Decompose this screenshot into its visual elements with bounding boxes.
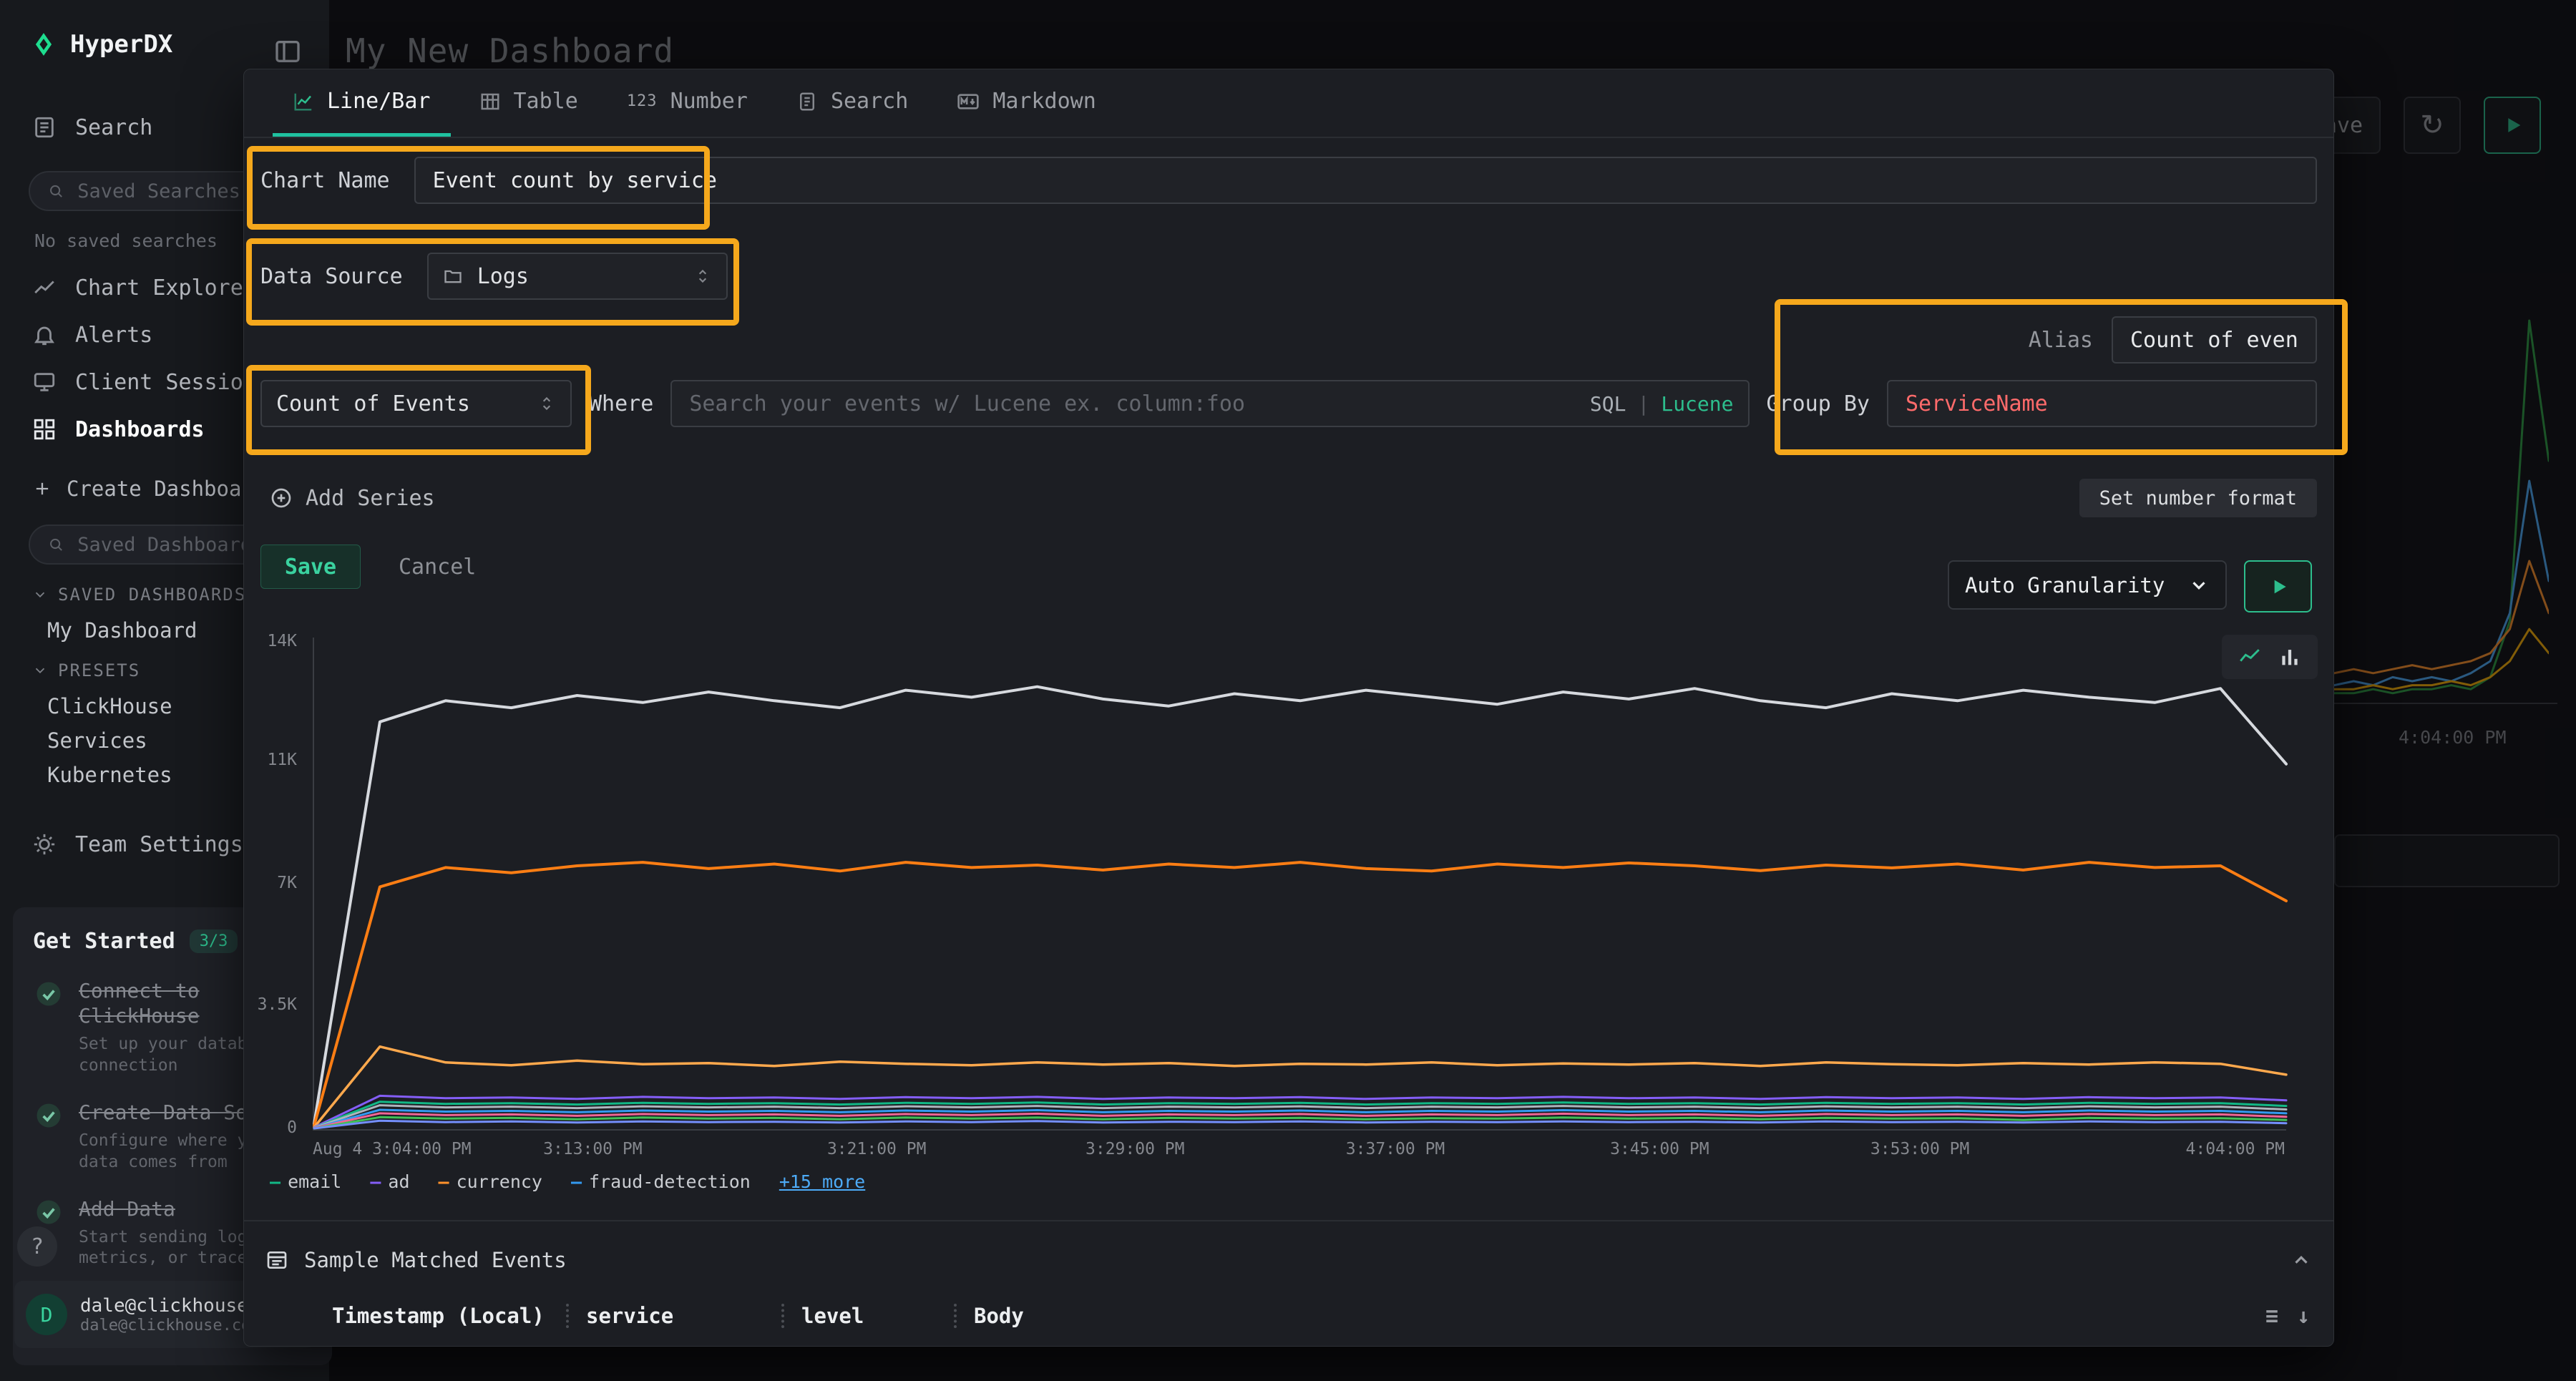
search-list-icon [32,115,57,140]
monitor-icon [32,370,57,394]
get-started-title: Get Started [33,929,175,954]
presets-section-header[interactable]: PRESETS [32,660,140,680]
chart-lines [314,638,2286,1129]
sidebar-item-services[interactable]: Services [47,728,147,753]
sql-toggle[interactable]: SQL [1590,392,1626,416]
markdown-icon [957,90,980,113]
saved-dashboards-section-header[interactable]: SAVED DASHBOARDS [32,585,246,605]
table-icon [479,91,501,112]
sidebar-item-my-dashboard[interactable]: My Dashboard [47,618,197,643]
set-number-format-button[interactable]: Set number format [2079,479,2317,517]
chart-editor-modal: Line/Bar Table 123 Number Search Markdow… [243,69,2334,1347]
cancel-button[interactable]: Cancel [394,545,480,589]
editor-tabs: Line/Bar Table 123 Number Search Markdow… [244,69,2333,138]
screen: My New Dashboard Save ↻ 4:04:00 PM Hyper… [0,0,2576,1381]
avatar: D [26,1294,67,1335]
events-table-header: Timestamp (Local) service level Body ≡ ↓ [260,1286,2317,1346]
run-query-button[interactable] [2244,560,2312,613]
tab-markdown[interactable]: Markdown [937,69,1116,137]
select-chevrons-icon [537,394,556,413]
chart-name-input[interactable] [414,157,2317,204]
document-icon [796,91,818,112]
where-search-input[interactable] [670,380,1749,427]
no-saved-searches-note: No saved searches [34,230,218,251]
chevron-up-icon[interactable] [2290,1249,2312,1271]
create-dashboard-button[interactable]: Create Dashboard [32,477,266,501]
plus-icon [32,479,52,499]
alias-input[interactable] [2112,316,2317,363]
select-chevrons-icon [693,267,712,286]
data-source-select[interactable]: Logs [427,253,728,300]
tab-number[interactable]: 123 Number [607,69,768,137]
folder-icon [443,266,463,286]
circle-plus-icon [270,487,293,509]
line-chart-icon [293,91,314,112]
bell-icon [32,323,57,347]
number-123-icon: 123 [627,92,658,110]
help-button[interactable]: ? [17,1226,57,1267]
granularity-select[interactable]: Auto Granularity [1948,560,2227,610]
panel-list-icon [265,1249,288,1272]
lucene-toggle[interactable]: Lucene [1661,392,1733,416]
row-density-icon[interactable]: ≡ [2265,1304,2278,1329]
sort-icon[interactable]: ↓ [2297,1304,2310,1329]
legend-item[interactable]: —currency [439,1171,542,1192]
divider [244,1220,2333,1221]
sidebar-item-kubernetes[interactable]: Kubernetes [47,763,172,787]
column-level[interactable]: level [781,1304,954,1328]
get-started-badge: 3/3 [190,929,238,953]
alias-label: Alias [2029,328,2093,353]
sidebar-item-clickhouse[interactable]: ClickHouse [47,694,172,718]
aggregation-select[interactable]: Count of Events [260,380,572,427]
chevron-down-icon [32,663,48,678]
where-label: Where [589,391,653,416]
collapse-sidebar-icon[interactable] [273,36,305,67]
where-search: SQL | Lucene [670,380,1749,427]
check-circle-icon [33,1100,64,1131]
check-circle-icon [33,1196,64,1228]
gear-icon [32,832,57,857]
chart-plot-area[interactable] [313,638,2286,1131]
tab-search[interactable]: Search [776,69,928,137]
group-by-input[interactable] [1887,380,2317,427]
chart-legend: —email —ad —currency —fraud-detection +1… [270,1171,865,1192]
chart-x-axis: Aug 4 3:04:00 PM 3:13:00 PM 3:21:00 PM 3… [313,1140,2285,1161]
magnifier-icon [47,181,64,201]
chevron-down-icon [32,587,48,602]
sample-events-header[interactable]: Sample Matched Events [265,1239,2312,1281]
legend-item[interactable]: —ad [370,1171,409,1192]
data-source-label: Data Source [260,264,403,289]
chart-y-axis: 14K 11K 7K 3.5K 0 [244,638,307,1129]
column-service[interactable]: service [566,1304,781,1328]
play-icon [2267,575,2290,598]
group-by-label: Group By [1767,391,1870,416]
dashboards-grid-icon [32,417,57,441]
brand[interactable]: HyperDX [30,30,172,59]
save-button[interactable]: Save [260,545,361,589]
column-body[interactable]: Body [954,1304,2265,1328]
check-circle-icon [33,978,64,1010]
chart-line-icon [32,275,57,300]
magnifier-icon [47,535,64,555]
tab-line-bar[interactable]: Line/Bar [273,69,451,137]
hyperdx-logo-icon [30,31,57,58]
tab-table[interactable]: Table [459,69,598,137]
chevron-down-icon [2188,575,2210,596]
add-series-button[interactable]: Add Series [265,477,439,519]
column-timestamp[interactable]: Timestamp (Local) [260,1304,566,1328]
legend-item[interactable]: —fraud-detection [571,1171,751,1192]
chart-name-label: Chart Name [260,168,390,193]
brand-name: HyperDX [70,30,172,59]
legend-item[interactable]: —email [270,1171,341,1192]
legend-more-link[interactable]: +15 more [779,1171,865,1192]
